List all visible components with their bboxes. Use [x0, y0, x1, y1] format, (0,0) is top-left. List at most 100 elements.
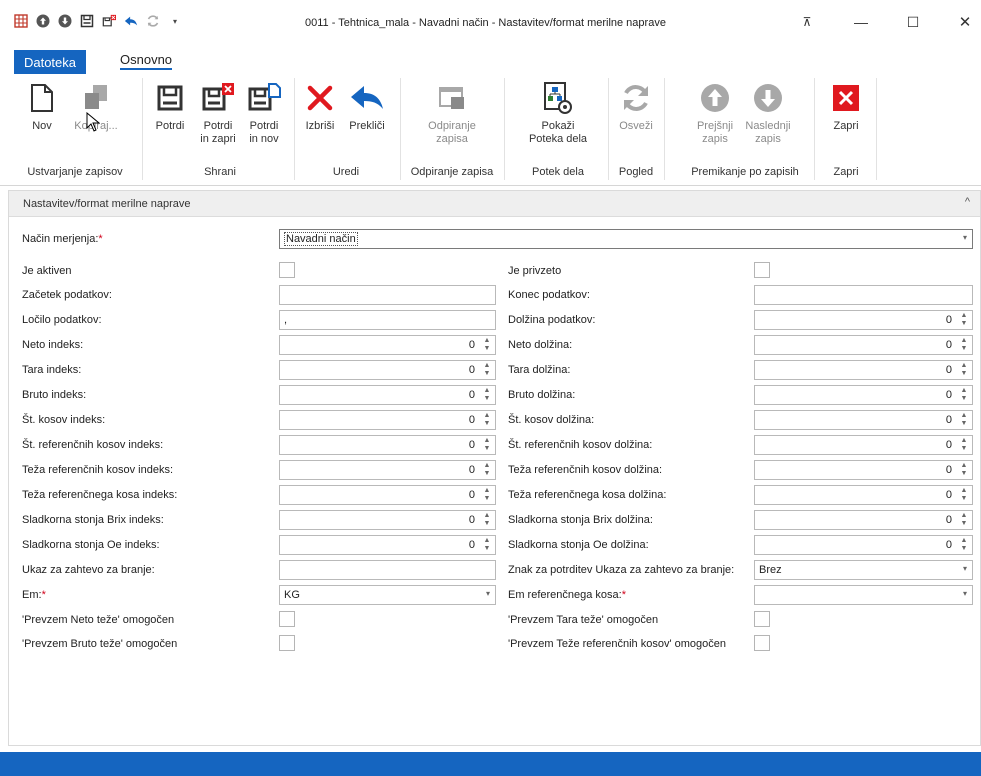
spin-arrows-icon[interactable]: ▲ ▼ [959, 512, 969, 528]
confirm-button[interactable]: Potrdi [150, 80, 190, 133]
next-label-1: Naslednji [745, 120, 791, 132]
maximize-button[interactable]: ☐ [903, 13, 923, 31]
down-circle-icon[interactable] [58, 14, 72, 28]
spin-arrows-icon[interactable]: ▲ ▼ [482, 462, 492, 478]
number-stepper[interactable]: 0 ▲ ▼ [279, 485, 496, 505]
number-stepper[interactable]: 0 ▲ ▼ [754, 385, 973, 405]
show-workflow-button[interactable]: Pokaži Poteka dela [516, 80, 600, 146]
number-stepper[interactable]: 0 ▲ ▼ [279, 535, 496, 555]
select-field[interactable]: Brez ▾ [754, 560, 973, 580]
spin-arrows-icon[interactable]: ▲ ▼ [482, 362, 492, 378]
save-icon[interactable] [80, 14, 94, 28]
text-field[interactable] [279, 285, 496, 305]
cancel-button[interactable]: Prekliči [344, 80, 390, 133]
minimize-button[interactable]: — [851, 13, 871, 31]
number-stepper[interactable]: 0 ▲ ▼ [279, 360, 496, 380]
number-stepper[interactable]: 0 ▲ ▼ [754, 460, 973, 480]
number-stepper[interactable]: 0 ▲ ▼ [754, 410, 973, 430]
checkbox[interactable] [754, 611, 770, 627]
field-label: Začetek podatkov: [22, 289, 112, 301]
number-stepper[interactable]: 0 ▲ ▼ [279, 335, 496, 355]
text-field[interactable]: , [279, 310, 496, 330]
confirm-new-button[interactable]: Potrdi in nov [244, 80, 284, 146]
spin-arrows-icon[interactable]: ▲ ▼ [959, 487, 969, 503]
window-title: 0011 - Tehtnica_mala - Navadni način - N… [305, 17, 666, 29]
dropdown-icon[interactable]: ▾ [168, 14, 182, 28]
spin-arrows-icon[interactable]: ▲ ▼ [482, 537, 492, 553]
checkbox[interactable] [279, 635, 295, 651]
number-stepper[interactable]: 0 ▲ ▼ [279, 435, 496, 455]
restore-ribbon-icon[interactable]: ⊼ [797, 13, 817, 31]
field-value: 0 [468, 389, 475, 401]
tab-home[interactable]: Osnovno [120, 52, 173, 70]
field-label: 'Prevzem Teže referenčnih kosov' omogoče… [508, 638, 726, 650]
save-close-icon[interactable] [102, 14, 116, 28]
previous-record-button[interactable]: Prejšnji zapis [690, 80, 740, 146]
spin-arrows-icon[interactable]: ▲ ▼ [482, 487, 492, 503]
tab-file[interactable]: Datoteka [14, 50, 86, 74]
text-field[interactable] [279, 560, 496, 580]
spin-arrows-icon[interactable]: ▲ ▼ [482, 512, 492, 528]
field-value: 0 [945, 389, 952, 401]
new-button[interactable]: Nov [20, 80, 64, 133]
number-stepper[interactable]: 0 ▲ ▼ [279, 410, 496, 430]
spin-arrows-icon[interactable]: ▲ ▼ [482, 412, 492, 428]
up-circle-icon[interactable] [36, 14, 50, 28]
number-stepper[interactable]: 0 ▲ ▼ [754, 310, 973, 330]
panel-header[interactable]: Nastavitev/format merilne naprave ^ [9, 191, 980, 217]
confirm-close-button[interactable]: Potrdi in zapri [196, 80, 240, 146]
text-field[interactable] [754, 285, 973, 305]
spin-arrows-icon[interactable]: ▲ ▼ [959, 362, 969, 378]
method-label: Način merjenja:* [22, 233, 103, 245]
number-stepper[interactable]: 0 ▲ ▼ [279, 460, 496, 480]
refresh-button[interactable]: Osveži [614, 80, 658, 133]
delete-button[interactable]: Izbriši [300, 80, 340, 133]
number-stepper[interactable]: 0 ▲ ▼ [754, 435, 973, 455]
up-circle-icon [698, 80, 732, 116]
spin-arrows-icon[interactable]: ▲ ▼ [959, 412, 969, 428]
checkbox[interactable] [754, 635, 770, 651]
spin-arrows-icon[interactable]: ▲ ▼ [959, 312, 969, 328]
spin-arrows-icon[interactable]: ▲ ▼ [959, 337, 969, 353]
workflow-label-2: Poteka dela [528, 133, 588, 145]
field-label: Bruto dolžina: [508, 389, 576, 401]
method-select[interactable]: Navadni način ▾ [279, 229, 973, 249]
spin-arrows-icon[interactable]: ▲ ▼ [959, 537, 969, 553]
confirm-new-label-2: in nov [249, 133, 279, 145]
number-stepper[interactable]: 0 ▲ ▼ [754, 510, 973, 530]
chevron-down-icon: ▾ [962, 589, 967, 598]
spin-arrows-icon[interactable]: ▲ ▼ [959, 462, 969, 478]
checkbox[interactable] [279, 611, 295, 627]
refresh-icon[interactable] [146, 14, 160, 28]
group-separator [504, 78, 505, 180]
undo-icon[interactable] [124, 14, 138, 28]
field-label: Em referenčnega kosa:* [508, 589, 627, 601]
field-label: Ločilo podatkov: [22, 314, 102, 326]
group-view-label: Pogled [618, 166, 654, 178]
close-button[interactable]: Zapri [826, 80, 866, 133]
group-edit-label: Uredi [332, 166, 360, 178]
next-record-button[interactable]: Naslednji zapis [740, 80, 796, 146]
field-label: Znak za potrditev Ukaza za zahtevo za br… [508, 564, 735, 576]
grid-icon[interactable] [14, 14, 28, 28]
close-window-button[interactable]: ✕ [955, 13, 975, 31]
spin-arrows-icon[interactable]: ▲ ▼ [482, 337, 492, 353]
field-value: 0 [468, 364, 475, 376]
number-stepper[interactable]: 0 ▲ ▼ [754, 360, 973, 380]
number-stepper[interactable]: 0 ▲ ▼ [754, 535, 973, 555]
spin-arrows-icon[interactable]: ▲ ▼ [959, 387, 969, 403]
field-label: Je aktiven [22, 265, 72, 277]
select-field[interactable]: ▾ [754, 585, 973, 605]
spin-arrows-icon[interactable]: ▲ ▼ [959, 437, 969, 453]
open-record-button[interactable]: Odpiranje zapisa [410, 80, 494, 146]
number-stepper[interactable]: 0 ▲ ▼ [754, 485, 973, 505]
number-stepper[interactable]: 0 ▲ ▼ [279, 385, 496, 405]
collapse-icon[interactable]: ^ [965, 196, 970, 208]
checkbox[interactable] [754, 262, 770, 278]
select-field[interactable]: KG ▾ [279, 585, 496, 605]
spin-arrows-icon[interactable]: ▲ ▼ [482, 387, 492, 403]
number-stepper[interactable]: 0 ▲ ▼ [279, 510, 496, 530]
number-stepper[interactable]: 0 ▲ ▼ [754, 335, 973, 355]
checkbox[interactable] [279, 262, 295, 278]
spin-arrows-icon[interactable]: ▲ ▼ [482, 437, 492, 453]
